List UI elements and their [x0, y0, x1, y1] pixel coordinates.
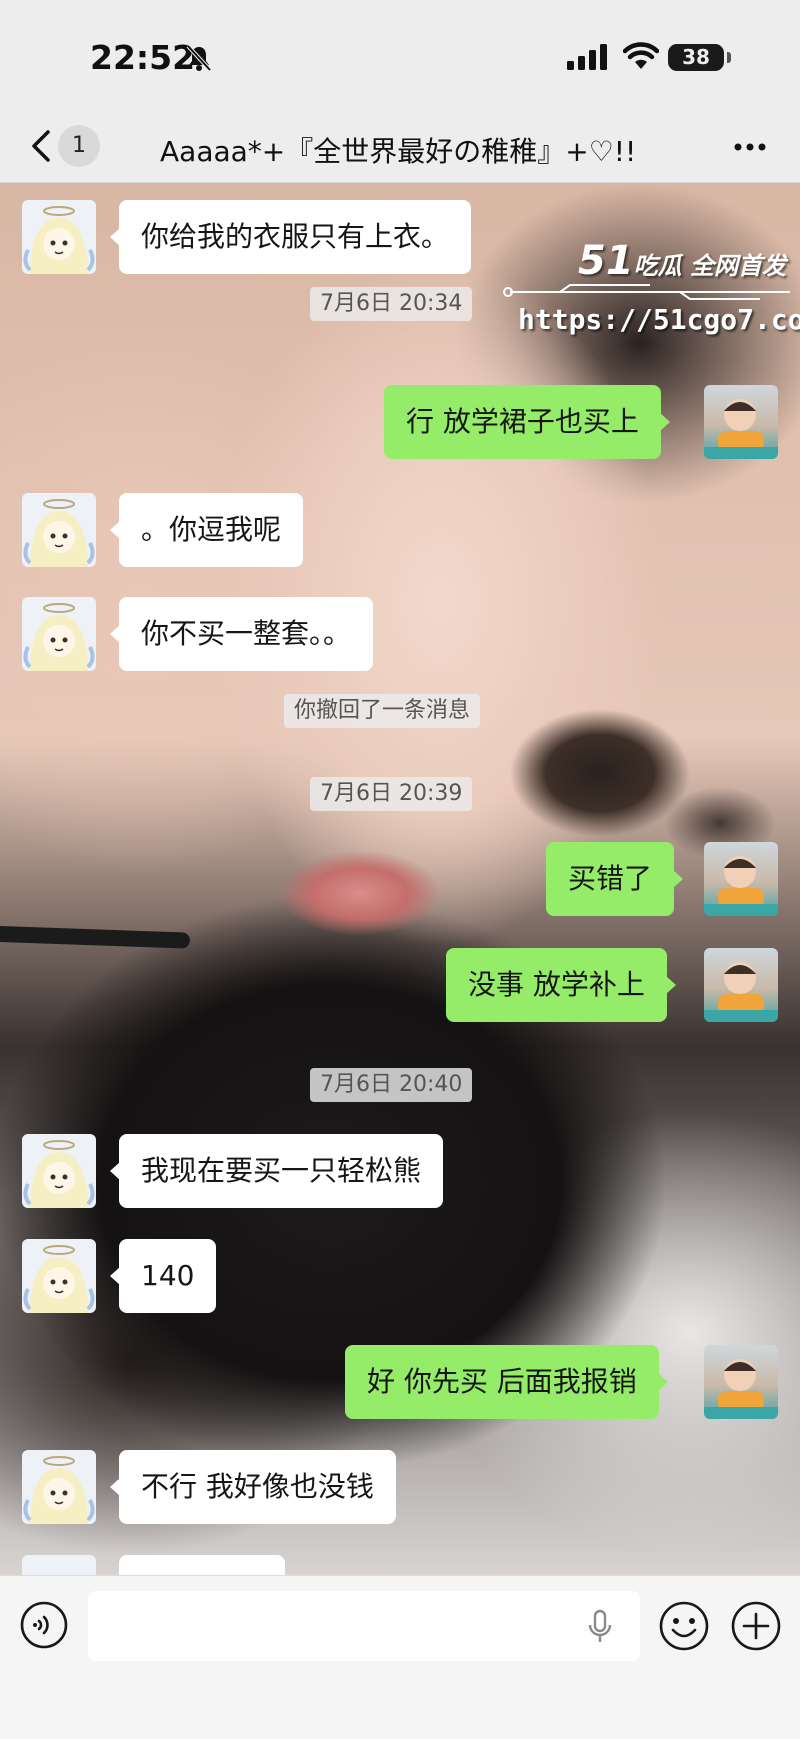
- baby-avatar-icon: [704, 1359, 778, 1419]
- watermark-tagline: 吃瓜 全网首发: [633, 252, 787, 280]
- received-message[interactable]: 你不买一整套。。: [109, 597, 374, 671]
- battery-icon: 38: [668, 44, 724, 71]
- status-bar: 22:52 38: [0, 0, 800, 110]
- sent-message[interactable]: 好 你先买 后面我报销: [345, 1345, 668, 1419]
- user-avatar[interactable]: [704, 1345, 778, 1419]
- contact-avatar[interactable]: [22, 1555, 96, 1575]
- chat-area[interactable]: 51吃瓜 全网首发 https://51cgo7.com 你给我的衣服只有上衣。…: [0, 183, 800, 1575]
- battery-nub: [727, 52, 731, 63]
- message-timestamp: 7月6日 20:34: [310, 287, 473, 321]
- received-message[interactable]: 你给我的衣服只有上衣。: [109, 200, 472, 274]
- circuit-line-icon: [503, 284, 790, 300]
- angel-avatar-icon: [23, 499, 95, 567]
- voice-icon[interactable]: [19, 1600, 69, 1650]
- message-timestamp: 7月6日 20:40: [310, 1068, 473, 1102]
- emoji-icon[interactable]: [658, 1600, 710, 1652]
- contact-avatar[interactable]: [22, 1134, 96, 1208]
- signal-icon: [567, 44, 607, 70]
- watermark-brand: 51吃瓜 全网首发: [578, 238, 786, 284]
- bell-slash-icon: [186, 44, 212, 72]
- baby-avatar-icon: [704, 962, 778, 1022]
- received-message[interactable]: 。你逗我呢: [109, 493, 304, 567]
- user-avatar[interactable]: [704, 385, 778, 459]
- angel-avatar-icon: [23, 603, 95, 671]
- contact-avatar[interactable]: [22, 1450, 96, 1524]
- contact-avatar[interactable]: [22, 1239, 96, 1313]
- watermark-url: https://51cgo7.com: [518, 303, 800, 336]
- sent-message[interactable]: 没事 放学补上: [446, 948, 676, 1022]
- message-timestamp: 7月6日 20:39: [310, 777, 473, 811]
- user-avatar[interactable]: [704, 948, 778, 1022]
- recalled-message-notice: 你撤回了一条消息: [284, 694, 481, 728]
- chat-header: 1 Aaaaa*+『全世界最好の稚稚』+♡!!: [0, 110, 800, 183]
- baby-avatar-icon: [704, 399, 778, 459]
- angel-avatar-icon: [23, 1456, 95, 1524]
- received-message[interactable]: 我现在要买一只轻松熊: [109, 1134, 444, 1208]
- status-time: 22:52: [90, 38, 196, 77]
- chat-title: Aaaaa*+『全世界最好の稚稚』+♡!!: [160, 135, 637, 168]
- contact-avatar[interactable]: [22, 597, 96, 671]
- received-message[interactable]: 140: [109, 1239, 217, 1313]
- contact-avatar[interactable]: [22, 200, 96, 274]
- received-message[interactable]: [119, 1555, 285, 1575]
- background-photo-detail: [0, 925, 191, 949]
- unread-count-badge[interactable]: 1: [58, 125, 100, 167]
- sent-message[interactable]: 行 放学裙子也买上: [384, 385, 670, 459]
- wifi-icon: [623, 42, 659, 69]
- watermark-number: 51: [578, 238, 634, 284]
- angel-avatar-icon: [23, 1245, 95, 1313]
- angel-avatar-icon: [23, 1140, 95, 1208]
- user-avatar[interactable]: [704, 842, 778, 916]
- angel-avatar-icon: [23, 206, 95, 274]
- microphone-icon[interactable]: [585, 1609, 615, 1645]
- received-message[interactable]: 不行 我好像也没钱: [110, 1450, 396, 1524]
- input-bar: [0, 1575, 800, 1739]
- plus-icon[interactable]: [730, 1600, 782, 1652]
- message-input[interactable]: [88, 1591, 640, 1661]
- more-dots-icon[interactable]: [730, 132, 770, 162]
- baby-avatar-icon: [704, 856, 778, 916]
- watermark: 51吃瓜 全网首发 https://51cgo7.com: [500, 238, 800, 343]
- contact-avatar[interactable]: [22, 493, 96, 567]
- sent-message[interactable]: 买错了: [546, 842, 684, 916]
- chevron-left-icon[interactable]: [26, 126, 56, 166]
